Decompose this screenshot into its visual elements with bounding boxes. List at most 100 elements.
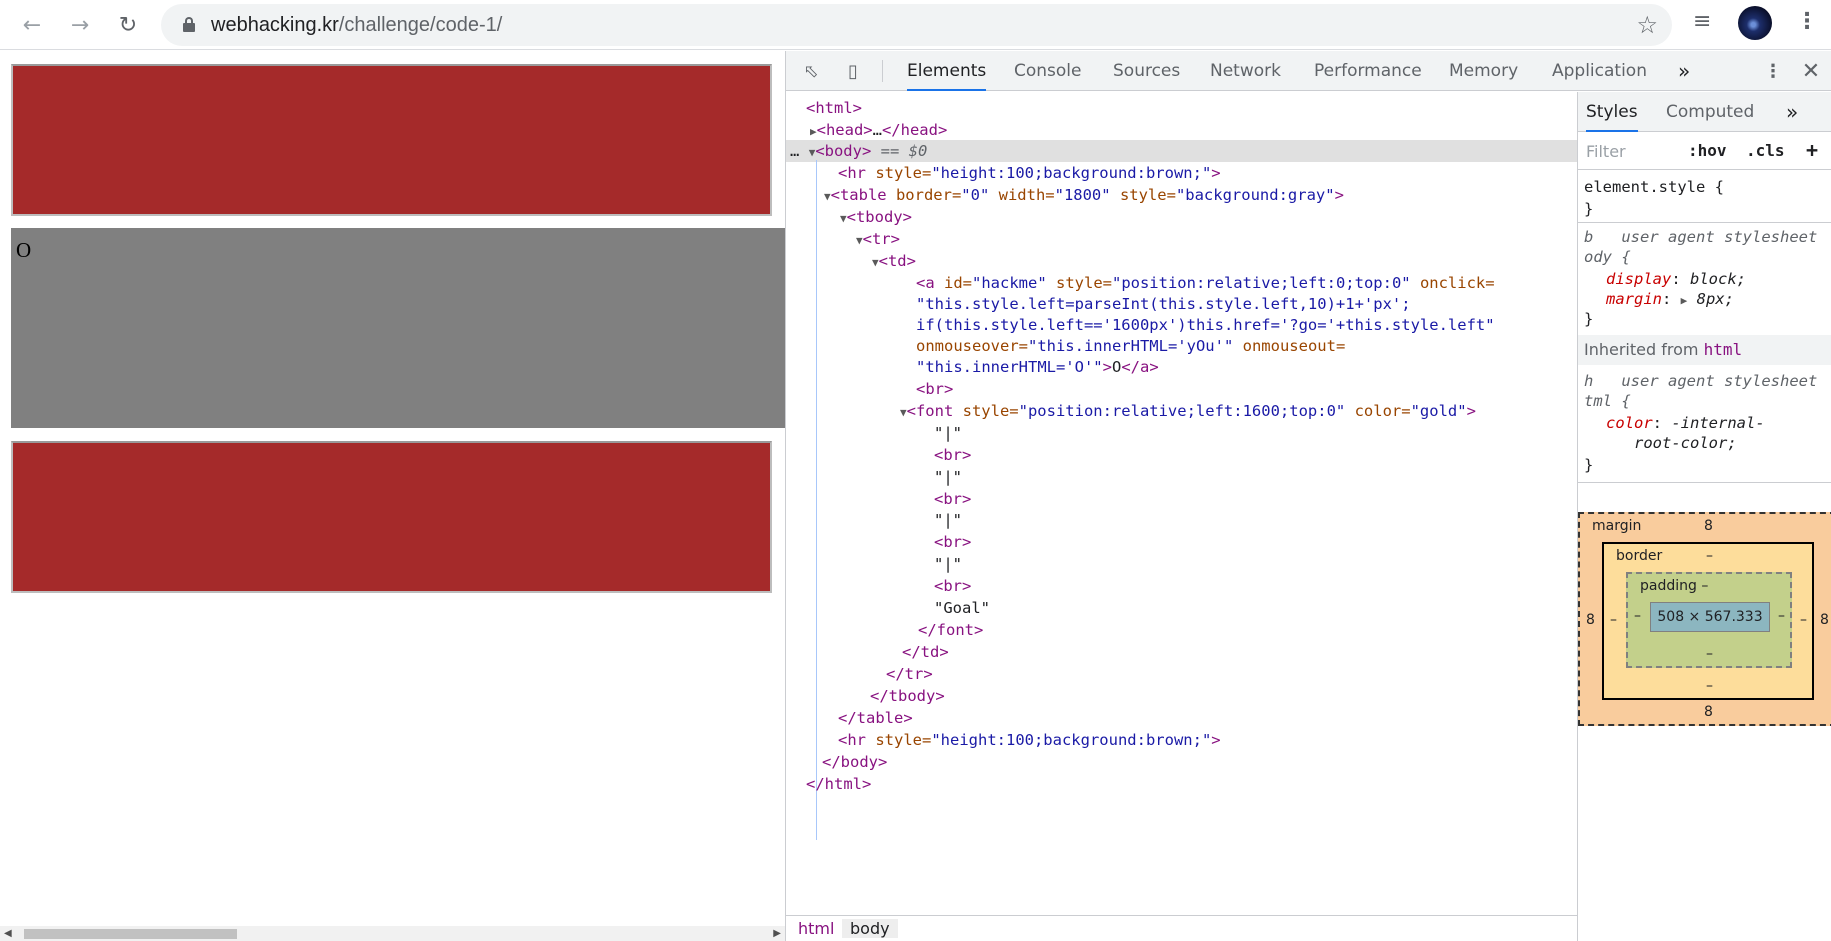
tab-computed[interactable]: Computed — [1666, 92, 1754, 132]
node-br[interactable]: <br> — [934, 489, 971, 509]
tab-network[interactable]: Network — [1210, 51, 1281, 91]
box-model-padding[interactable]: padding – – – – 508 × 567.333 — [1626, 572, 1792, 668]
box-model-content[interactable]: 508 × 567.333 — [1650, 602, 1770, 632]
node-td-close[interactable]: </td> — [902, 642, 949, 662]
tab-memory[interactable]: Memory — [1449, 51, 1518, 91]
border-left-value[interactable]: – — [1610, 612, 1617, 628]
rule-html-selector-line[interactable]: h user agent stylesheet — [1584, 372, 1817, 390]
box-model-margin[interactable]: margin 8 8 8 8 border – – – – padding – … — [1578, 512, 1831, 726]
collapse-triangle-icon[interactable]: ▼ — [824, 190, 831, 203]
kebab-menu-icon[interactable]: ⋮ — [1796, 9, 1818, 34]
node-hr-bottom[interactable]: <hr style="height:100;background:brown;"… — [838, 730, 1221, 750]
back-arrow-icon[interactable]: ← — [14, 7, 50, 43]
bookmark-star-icon[interactable]: ☆ — [1636, 11, 1658, 39]
collapse-triangle-icon[interactable]: ▼ — [840, 212, 847, 225]
hackme-link[interactable]: O — [16, 238, 31, 263]
reload-icon[interactable]: ↻ — [110, 7, 146, 43]
lock-icon[interactable] — [183, 17, 195, 32]
inherited-tag-link[interactable]: html — [1704, 340, 1743, 359]
rule-body-display[interactable]: display: block; — [1606, 270, 1746, 288]
hov-toggle[interactable]: :hov — [1688, 141, 1727, 160]
reading-list-icon[interactable]: ≡ — [1693, 9, 1711, 34]
more-tabs-icon[interactable]: » — [1678, 51, 1690, 91]
margin-bottom-value[interactable]: 8 — [1704, 704, 1713, 720]
node-br[interactable]: <br> — [934, 576, 971, 596]
node-tbody-close[interactable]: </tbody> — [870, 686, 945, 706]
node-body-close[interactable]: </body> — [822, 752, 887, 772]
node-tr[interactable]: ▼<tr> — [856, 229, 900, 251]
rule-html-color[interactable]: color: -internal- — [1606, 414, 1765, 432]
padding-right-value[interactable]: – — [1778, 608, 1785, 624]
text-node-pipe[interactable]: "|" — [934, 423, 962, 443]
node-br[interactable]: <br> — [916, 379, 953, 399]
collapse-triangle-icon[interactable]: ▼ — [900, 406, 907, 419]
node-body[interactable]: … ▼<body> == $0 — [790, 141, 927, 163]
rule-body-selector-line[interactable]: b user agent stylesheet — [1584, 228, 1817, 246]
collapse-triangle-icon[interactable]: ▼ — [872, 256, 879, 269]
text-node-pipe[interactable]: "|" — [934, 510, 962, 530]
expand-triangle-icon[interactable]: ▶ — [810, 125, 817, 138]
tab-performance[interactable]: Performance — [1314, 51, 1422, 91]
margin-top-value[interactable]: 8 — [1704, 518, 1713, 534]
tab-console[interactable]: Console — [1014, 51, 1082, 91]
padding-bottom-value[interactable]: – — [1706, 646, 1713, 662]
collapse-triangle-icon[interactable]: ▼ — [856, 234, 863, 247]
breadcrumb-html[interactable]: html — [790, 919, 842, 938]
border-right-value[interactable]: – — [1800, 612, 1807, 628]
cls-toggle[interactable]: .cls — [1746, 141, 1785, 160]
forward-arrow-icon[interactable]: → — [62, 7, 98, 43]
text-node-goal[interactable]: "Goal" — [934, 598, 990, 618]
margin-right-value[interactable]: 8 — [1820, 612, 1829, 628]
new-style-rule-icon[interactable]: + — [1806, 138, 1818, 162]
node-a-onclick-line2[interactable]: if(this.style.left=='1600px')this.href='… — [916, 315, 1495, 335]
device-toolbar-icon[interactable]: ▯ — [842, 60, 864, 82]
box-model-border[interactable]: border – – – – padding – – – – 508 × 567… — [1602, 542, 1814, 700]
breadcrumb-body[interactable]: body — [842, 919, 898, 938]
address-bar[interactable]: webhacking.kr/challenge/code-1/ ☆ — [161, 4, 1672, 46]
url-path: /challenge/code-1/ — [338, 14, 503, 36]
profile-avatar[interactable] — [1738, 6, 1772, 40]
tab-sources[interactable]: Sources — [1113, 51, 1180, 91]
node-a-onmouseout[interactable]: "this.innerHTML='O'">O</a> — [916, 357, 1159, 377]
node-br[interactable]: <br> — [934, 532, 971, 552]
styles-filter-input[interactable]: Filter — [1584, 140, 1674, 164]
tab-styles[interactable]: Styles — [1586, 92, 1638, 132]
node-tbody[interactable]: ▼<tbody> — [840, 207, 912, 229]
url-text[interactable]: webhacking.kr/challenge/code-1/ — [211, 14, 502, 37]
border-bottom-value[interactable]: – — [1706, 678, 1713, 694]
text-node-pipe[interactable]: "|" — [934, 554, 962, 574]
close-devtools-icon[interactable]: ✕ — [1800, 59, 1822, 84]
scroll-left-arrow-icon[interactable]: ◀ — [4, 928, 12, 939]
styles-tabbar: Styles Computed » — [1578, 92, 1831, 132]
scroll-right-arrow-icon[interactable]: ▶ — [773, 928, 781, 939]
margin-left-value[interactable]: 8 — [1586, 612, 1595, 628]
node-head[interactable]: ▶<head>…</head> — [810, 120, 947, 142]
node-br[interactable]: <br> — [934, 445, 971, 465]
rule-body-margin[interactable]: margin: ▶ 8px; — [1606, 290, 1734, 308]
node-a-onmouseover[interactable]: onmouseover="this.innerHTML='yOu'" onmou… — [916, 336, 1345, 356]
node-hr-top[interactable]: <hr style="height:100;background:brown;"… — [838, 163, 1221, 183]
node-a-onclick-line1[interactable]: "this.style.left=parseInt(this.style.lef… — [916, 294, 1411, 314]
tab-application[interactable]: Application — [1552, 51, 1647, 91]
node-html-close[interactable]: </html> — [806, 774, 871, 794]
node-font-close[interactable]: </font> — [918, 620, 983, 640]
padding-left-value[interactable]: – — [1634, 608, 1641, 624]
devtools-menu-icon[interactable]: ⋮ — [1762, 60, 1784, 82]
node-td[interactable]: ▼<td> — [872, 251, 916, 273]
styles-pane: Styles Computed » Filter :hov .cls + ele… — [1577, 92, 1831, 941]
scrollbar-thumb[interactable] — [24, 929, 237, 939]
node-tr-close[interactable]: </tr> — [886, 664, 933, 684]
border-top-value[interactable]: – — [1706, 548, 1713, 564]
more-panes-icon[interactable]: » — [1786, 92, 1798, 132]
element-style-selector[interactable]: element.style { — [1584, 178, 1724, 196]
inspect-element-icon[interactable]: ⬁ — [800, 60, 822, 82]
text-node-pipe[interactable]: "|" — [934, 467, 962, 487]
node-table-close[interactable]: </table> — [838, 708, 913, 728]
node-table[interactable]: ▼<table border="0" width="1800" style="b… — [824, 185, 1344, 207]
horizontal-scrollbar[interactable]: ◀ ▶ — [0, 926, 785, 941]
expand-triangle-icon[interactable]: ▶ — [1681, 294, 1688, 307]
tab-elements[interactable]: Elements — [907, 51, 987, 91]
node-font[interactable]: ▼<font style="position:relative;left:160… — [900, 401, 1476, 423]
node-html[interactable]: <html> — [806, 98, 862, 118]
node-a-hackme[interactable]: <a id="hackme" style="position:relative;… — [916, 273, 1495, 293]
